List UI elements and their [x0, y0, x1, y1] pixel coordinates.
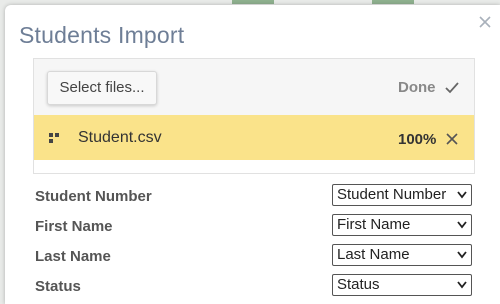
background-tab: [372, 0, 414, 4]
file-name: Student.csv: [78, 129, 162, 146]
dialog-title: Students Import: [19, 22, 185, 48]
mapping-label: Status: [35, 278, 81, 295]
select-files-button[interactable]: Select files...: [47, 71, 157, 105]
select-value: First Name: [337, 216, 411, 233]
file-upload: Select files... Done Student.csv 100%: [33, 58, 475, 174]
select-value: Status: [337, 276, 380, 293]
mapping-label: Last Name: [35, 248, 111, 265]
first-name-select[interactable]: First Name: [332, 214, 472, 236]
last-name-select[interactable]: Last Name: [332, 244, 472, 266]
chevron-down-icon: [457, 221, 467, 229]
grip-icon: [49, 133, 59, 143]
select-value: Student Number: [337, 186, 447, 203]
background-tab: [232, 0, 274, 4]
student-number-select[interactable]: Student Number: [332, 184, 472, 206]
uploaded-file-row: Student.csv 100%: [34, 115, 474, 160]
close-icon[interactable]: [478, 15, 492, 29]
status-select[interactable]: Status: [332, 274, 472, 296]
upload-status: Done: [398, 79, 436, 96]
chevron-down-icon: [457, 191, 467, 199]
select-value: Last Name: [337, 246, 410, 263]
chevron-down-icon: [457, 251, 467, 259]
file-progress: 100%: [398, 131, 437, 148]
remove-icon[interactable]: [446, 133, 458, 145]
mapping-label: First Name: [35, 218, 113, 235]
check-icon: [445, 82, 459, 94]
upload-header: Select files... Done: [34, 59, 474, 115]
mapping-label: Student Number: [35, 188, 152, 205]
students-import-dialog: Students Import Select files... Done Stu…: [5, 5, 500, 304]
chevron-down-icon: [457, 281, 467, 289]
